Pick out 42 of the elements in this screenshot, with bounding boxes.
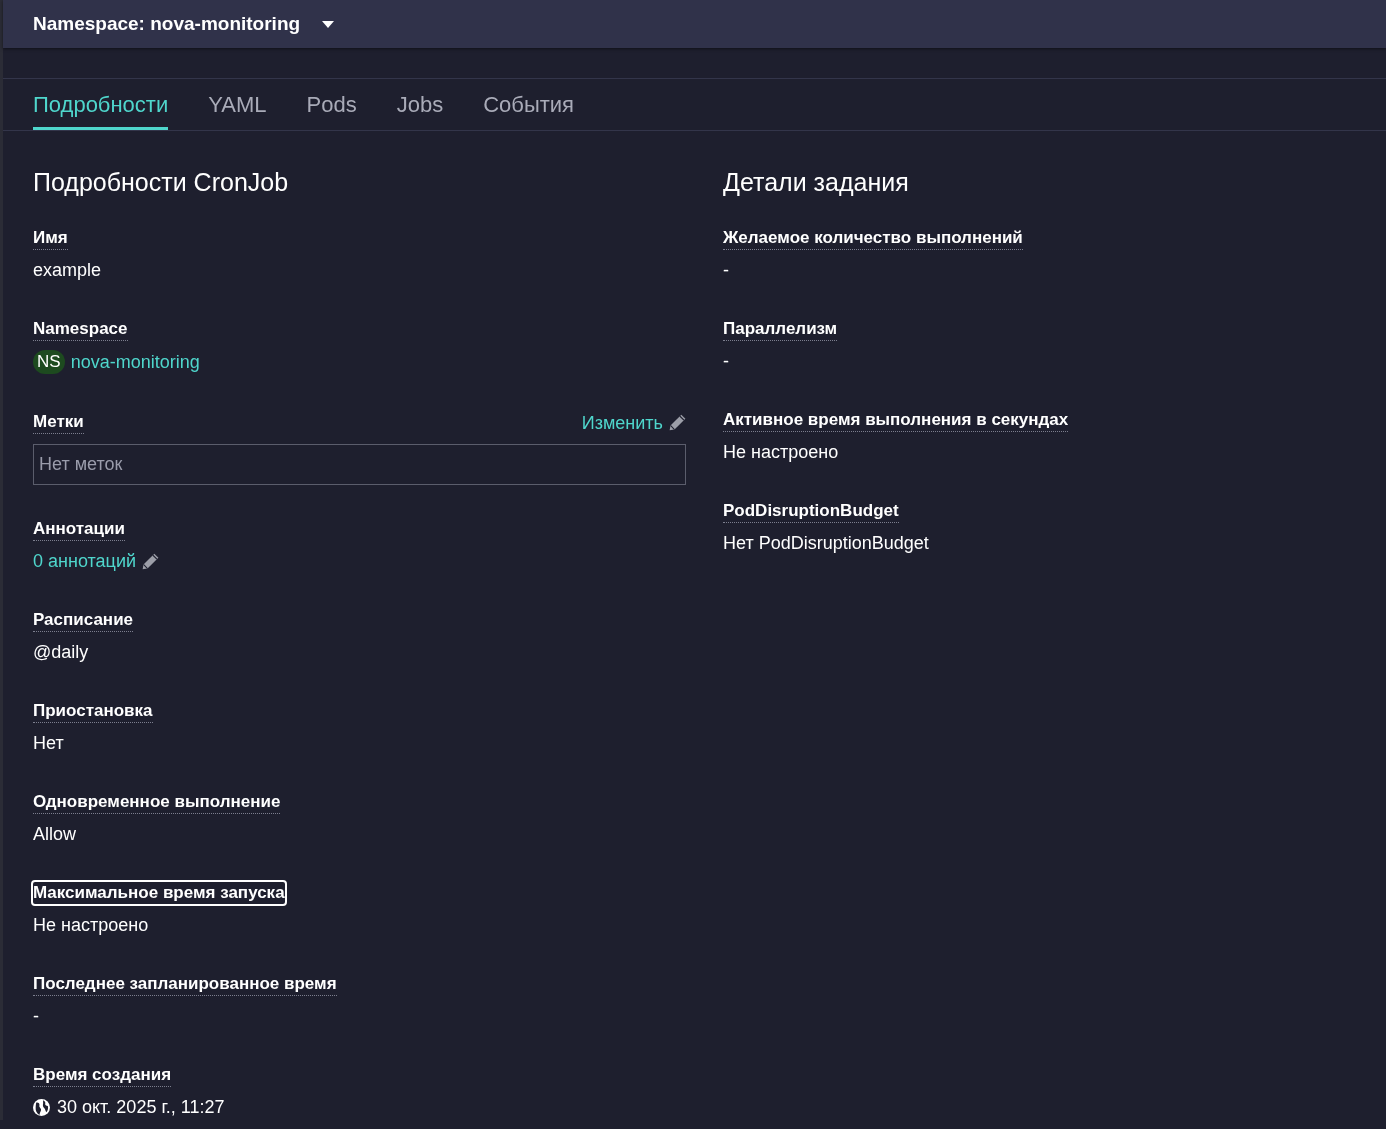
field-label: Желаемое количество выполнений — [723, 227, 1023, 250]
field-label: Имя — [33, 227, 68, 250]
field-label: Максимальное время запуска — [31, 880, 287, 906]
field-label: Метки — [33, 411, 84, 434]
edit-labels-link[interactable]: Изменить — [581, 411, 686, 434]
field-label: Приостановка — [33, 700, 153, 723]
field-value: Не настроено — [33, 914, 149, 936]
field-value: @daily — [33, 641, 89, 663]
field-label: Время создания — [33, 1064, 172, 1087]
field-label: Параллелизм — [723, 318, 838, 341]
namespace-selector[interactable]: Namespace: nova-monitoring — [33, 13, 335, 35]
tab[interactable]: События — [483, 79, 574, 130]
field-value: Нет — [33, 732, 64, 754]
field-label: Аннотации — [33, 518, 125, 541]
annotations-link[interactable]: 0 аннотаций — [33, 550, 159, 572]
section-title: Подробности CronJob — [33, 167, 289, 197]
tab[interactable]: Jobs — [396, 79, 444, 130]
field-value: 30 окт. 2025 г., 11:27 — [57, 1096, 225, 1118]
field-label: Расписание — [33, 609, 134, 632]
field-label: Одновременное выполнение — [33, 791, 281, 814]
field-label: Последнее запланированное время — [33, 973, 337, 996]
tab[interactable]: Pods — [306, 79, 357, 130]
section-title: Детали задания — [723, 167, 909, 197]
globe-icon — [33, 1098, 50, 1116]
field-label: Активное время выполнения в секундах — [723, 409, 1069, 432]
field-label: Namespace — [33, 318, 128, 341]
field-label: PodDisruptionBudget — [723, 500, 899, 523]
field-value: - — [33, 1005, 39, 1027]
field-value: Нет PodDisruptionBudget — [723, 532, 929, 554]
field-value: - — [723, 259, 729, 281]
caret-icon — [322, 20, 335, 28]
labels-area: Нет меток — [33, 444, 686, 485]
tab[interactable]: YAML — [208, 79, 267, 130]
tab[interactable]: Подробности — [33, 79, 169, 130]
field-value: Allow — [33, 823, 76, 845]
field-value: Не настроено — [723, 441, 839, 463]
pencil-icon — [669, 414, 686, 431]
field-value: - — [723, 350, 729, 372]
namespace-link[interactable]: nova-monitoring — [70, 351, 200, 373]
namespace-badge: NS — [33, 350, 65, 374]
pencil-icon — [142, 552, 159, 570]
field-value: example — [33, 259, 102, 281]
